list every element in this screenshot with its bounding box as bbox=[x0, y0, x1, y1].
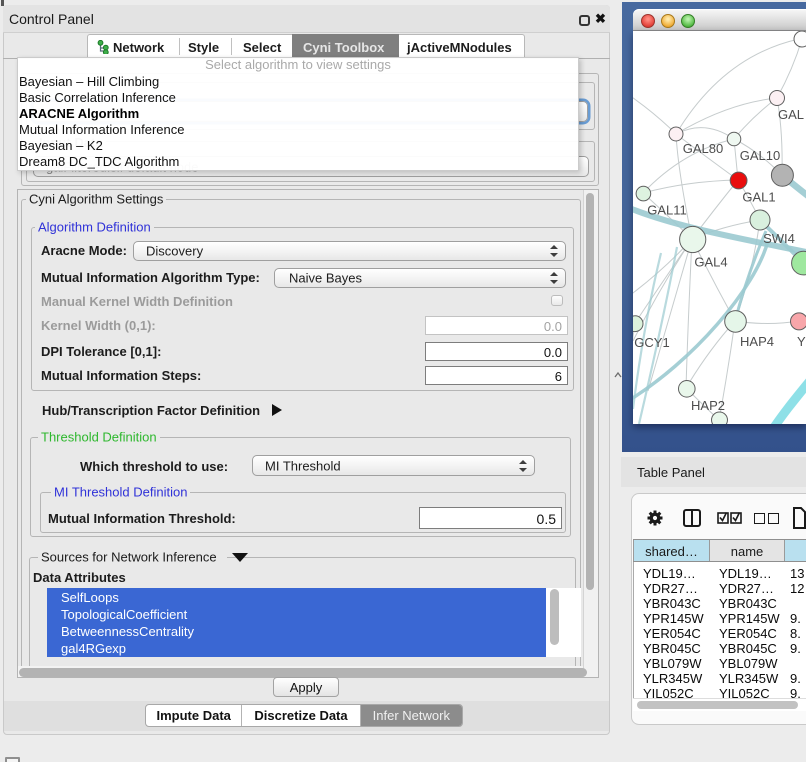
svg-text:GAL4: GAL4 bbox=[694, 255, 727, 270]
svg-text:GAL10: GAL10 bbox=[740, 148, 780, 163]
svg-text:Y: Y bbox=[797, 334, 806, 349]
svg-text:HAP2: HAP2 bbox=[691, 398, 725, 413]
svg-text:GAL80: GAL80 bbox=[683, 141, 723, 156]
svg-text:SWI4: SWI4 bbox=[763, 231, 795, 246]
svg-text:HAP4: HAP4 bbox=[740, 334, 774, 349]
svg-text:GCY1: GCY1 bbox=[634, 335, 669, 350]
svg-text:GAL1: GAL1 bbox=[742, 190, 775, 205]
svg-text:GAL11: GAL11 bbox=[647, 203, 687, 218]
svg-text:GAL: GAL bbox=[778, 107, 804, 122]
